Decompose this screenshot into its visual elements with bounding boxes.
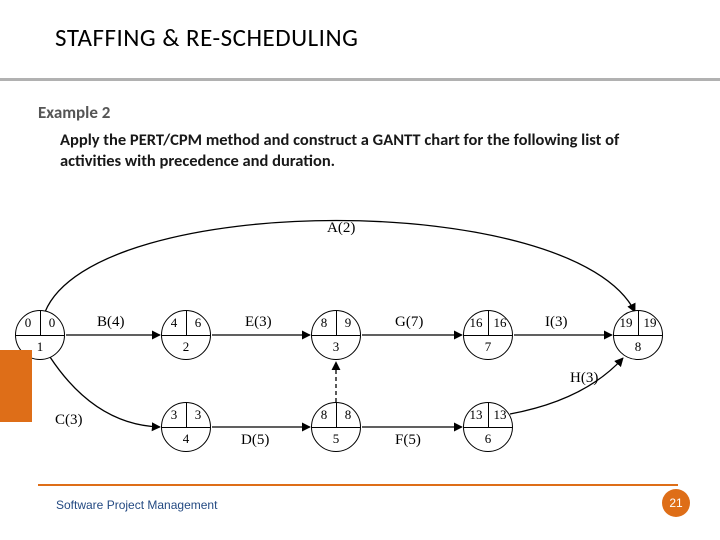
node-2-es: 4: [162, 315, 186, 331]
node-4: 3 3 4: [161, 402, 211, 452]
node-3: 8 9 3: [311, 310, 361, 360]
edge-g-label: G(7): [395, 314, 423, 331]
node-7-ef: 16: [488, 315, 512, 331]
node-8: 19 19 8: [613, 310, 663, 360]
page-number-badge: 21: [662, 489, 690, 517]
node-2: 4 6 2: [161, 310, 211, 360]
problem-prompt: Apply the PERT/CPM method and construct …: [60, 130, 660, 173]
node-5-ef: 8: [336, 407, 360, 423]
node-8-id: 8: [614, 339, 662, 355]
title-rule: [0, 78, 720, 81]
node-5: 8 8 5: [311, 402, 361, 452]
edge-f-label: F(5): [395, 432, 421, 449]
footer-text: Software Project Management: [56, 498, 217, 512]
edge-i-label: I(3): [545, 314, 568, 331]
node-7: 16 16 7: [463, 310, 513, 360]
pert-diagram: 0 0 1 4 6 2 8 9 3 16 16 7 19 19 8 3 3 4 …: [15, 200, 705, 460]
node-1-es: 0: [16, 315, 40, 331]
edge-e-label: E(3): [245, 314, 272, 331]
node-8-ef: 19: [638, 315, 662, 331]
page-number: 21: [669, 496, 682, 510]
edge-a-label: A(2): [327, 220, 355, 237]
node-3-ef: 9: [336, 315, 360, 331]
footer-rule: [38, 484, 678, 486]
node-2-ef: 6: [186, 315, 210, 331]
node-1-ef: 0: [40, 315, 64, 331]
node-7-id: 7: [464, 339, 512, 355]
node-6: 13 13 6: [463, 402, 513, 452]
node-4-ef: 3: [186, 407, 210, 423]
node-3-es: 8: [312, 315, 336, 331]
edge-h-label: H(3): [570, 370, 598, 387]
node-6-es: 13: [464, 407, 488, 423]
node-5-es: 8: [312, 407, 336, 423]
node-4-id: 4: [162, 431, 210, 447]
node-6-id: 6: [464, 431, 512, 447]
edge-c-label: C(3): [55, 412, 83, 429]
node-6-ef: 13: [488, 407, 512, 423]
node-4-es: 3: [162, 407, 186, 423]
example-heading: Example 2: [38, 102, 110, 123]
accent-bar: [0, 350, 32, 422]
node-8-es: 19: [614, 315, 638, 331]
node-2-id: 2: [162, 339, 210, 355]
node-3-id: 3: [312, 339, 360, 355]
edge-d-label: D(5): [241, 432, 269, 449]
page-title: STAFFING & RE-SCHEDULING: [55, 22, 358, 53]
edge-b-label: B(4): [97, 314, 125, 331]
node-7-es: 16: [464, 315, 488, 331]
node-5-id: 5: [312, 431, 360, 447]
